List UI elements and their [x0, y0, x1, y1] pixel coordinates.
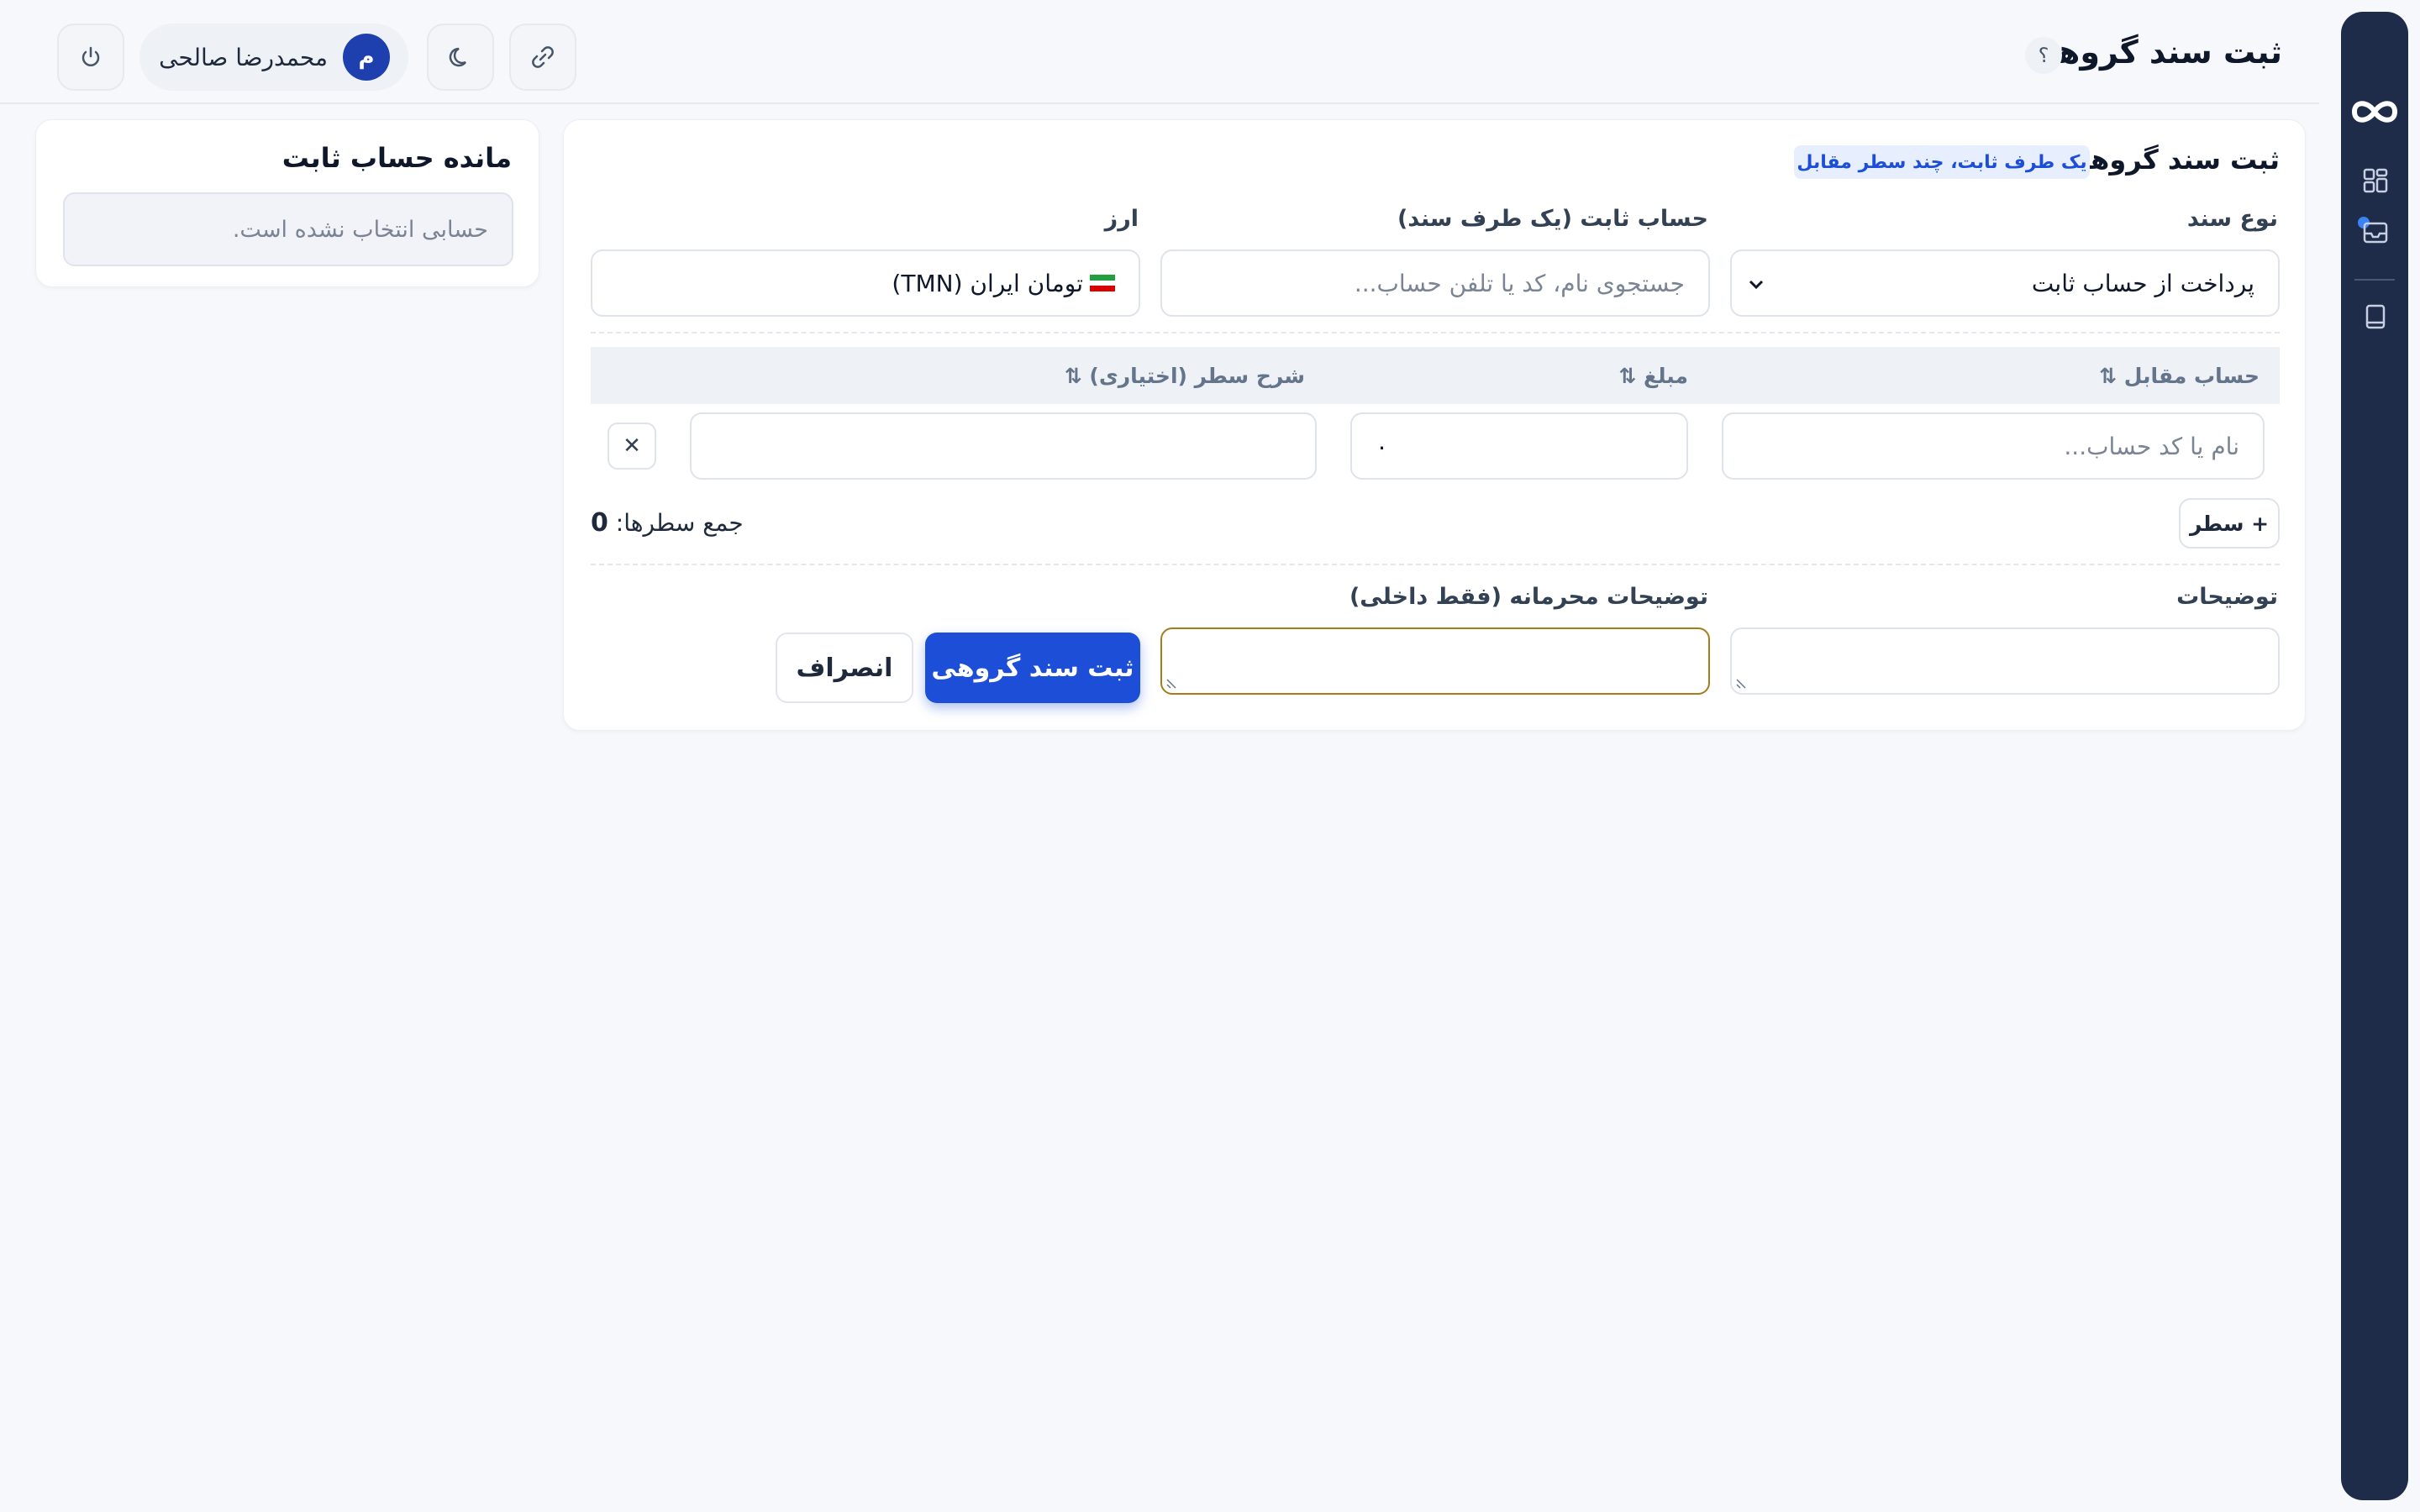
group-voucher-form: ثبت سند گروهی یک طرف ثابت، چند سطر مقابل…: [563, 119, 2306, 731]
theme-toggle-button[interactable]: [427, 24, 494, 91]
lines-table-header: حساب مقابل ⇅ مبلغ ⇅ شرح سطر (اختیاری) ⇅: [591, 347, 2280, 404]
notes-label: توضیحات: [2176, 584, 2278, 610]
link-icon: [532, 46, 554, 68]
column-counter-account[interactable]: حساب مقابل ⇅: [2099, 364, 2260, 388]
resize-handle-icon[interactable]: [1165, 678, 1177, 690]
currency-value: تومان ایران (TMN): [892, 269, 1083, 297]
fixed-account-search-input[interactable]: جستجوی نام، کد یا تلفن حساب...: [1160, 249, 1710, 317]
sidebar-divider: [2354, 279, 2395, 281]
page-title: ثبت سند گروهی: [2025, 34, 2282, 71]
resize-handle-icon[interactable]: [1735, 678, 1747, 690]
section-divider: [591, 332, 2280, 333]
app-sidebar: [2341, 12, 2408, 1500]
rows-total: جمع سطرها: 0: [591, 508, 744, 538]
private-notes-textarea[interactable]: [1160, 627, 1710, 695]
balance-title: مانده حساب ثابت: [281, 142, 512, 174]
remove-row-button[interactable]: ✕: [608, 423, 656, 470]
balance-empty-text: حسابی انتخاب نشده است.: [232, 216, 488, 243]
add-row-button[interactable]: + سطر: [2179, 498, 2280, 549]
user-name: محمدرضا صالحی: [159, 43, 328, 71]
currency-label: ارز: [1104, 206, 1139, 232]
iran-flag-icon: [1090, 275, 1115, 291]
column-amount[interactable]: مبلغ ⇅: [1618, 364, 1688, 388]
moon-icon: [449, 47, 466, 67]
currency-select[interactable]: تومان ایران (TMN): [591, 249, 1140, 317]
cancel-button[interactable]: انصراف: [776, 633, 913, 703]
dashboard-grid-icon[interactable]: [2361, 166, 2390, 195]
power-icon: [82, 46, 100, 66]
doc-type-label: نوع سند: [2186, 206, 2278, 232]
rows-total-value: 0: [591, 508, 608, 538]
chevron-down-icon: [1749, 280, 1764, 290]
logout-button[interactable]: [57, 24, 124, 91]
inbox-document-icon[interactable]: [2361, 218, 2390, 247]
balance-empty-state: حسابی انتخاب نشده است.: [63, 192, 513, 266]
counter-account-placeholder: نام یا کد حساب...: [2064, 432, 2239, 460]
amount-value: ۰: [1376, 432, 1389, 460]
help-icon[interactable]: ؟: [2025, 37, 2062, 74]
book-icon[interactable]: [2361, 302, 2390, 331]
fixed-account-placeholder: جستجوی نام، کد یا تلفن حساب...: [1354, 269, 1685, 297]
fixed-account-balance-card: مانده حساب ثابت حسابی انتخاب نشده است.: [35, 119, 539, 287]
avatar: م: [343, 34, 390, 81]
logo-infinity-icon[interactable]: [2348, 92, 2402, 131]
submit-button[interactable]: ثبت سند گروهی: [925, 633, 1140, 703]
counter-account-input[interactable]: نام یا کد حساب...: [1722, 412, 2265, 480]
column-line-description[interactable]: شرح سطر (اختیاری) ⇅: [1065, 364, 1305, 388]
form-title: ثبت سند گروهی: [2063, 144, 2280, 176]
private-notes-label: توضیحات محرمانه (فقط داخلی): [1349, 584, 1708, 610]
form-mode-badge: یک طرف ثابت، چند سطر مقابل: [1794, 145, 2090, 179]
doc-type-value: پرداخت از حساب ثابت: [2031, 269, 2254, 297]
rows-total-label: جمع سطرها:: [615, 509, 744, 537]
top-header: ثبت سند گروهی ؟ محمدرضا صالحی م: [0, 0, 2319, 104]
amount-input[interactable]: ۰: [1350, 412, 1688, 480]
section-divider: [591, 564, 2280, 565]
fixed-account-label: حساب ثابت (یک طرف سند): [1397, 206, 1708, 232]
notes-textarea[interactable]: [1730, 627, 2280, 695]
line-description-input[interactable]: [690, 412, 1317, 480]
link-button[interactable]: [509, 24, 576, 91]
doc-type-select[interactable]: پرداخت از حساب ثابت: [1730, 249, 2280, 317]
user-menu[interactable]: محمدرضا صالحی م: [139, 24, 408, 91]
